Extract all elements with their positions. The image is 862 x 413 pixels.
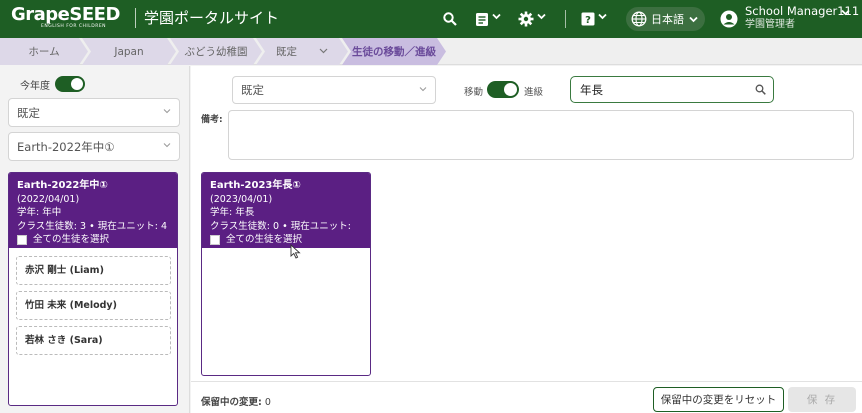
chevron-down-icon (163, 143, 171, 148)
top-navbar: GrapeSEED ENGLISH FOR CHILDREN 学園ポータルサイト… (0, 0, 862, 38)
breadcrumb-label: 既定 (276, 46, 297, 58)
select-all-checkbox[interactable] (17, 234, 27, 245)
student-name: 赤沢 剛士 (Liam) (25, 265, 104, 276)
current-year-toggle[interactable] (55, 76, 85, 92)
select-all-row[interactable]: 全ての生徒を選択 (210, 233, 362, 247)
pending-count: 0 (264, 397, 271, 408)
breadcrumb-current: 生徒の移動／進級 (342, 38, 446, 65)
grapeseed-logo[interactable]: GrapeSEED ENGLISH FOR CHILDREN (11, 5, 120, 33)
search-icon[interactable] (755, 84, 766, 95)
student-name: 竹田 未来 (Melody) (25, 300, 117, 311)
breadcrumb-school[interactable]: ぶどう幼稚園 (170, 38, 262, 65)
breadcrumb: ホーム Japan ぶどう幼稚園 既定 生徒の移動／進級 (0, 38, 862, 65)
pending-changes: 保留中の変更: 0 (201, 394, 271, 408)
pending-label: 保留中の変更: (201, 397, 262, 408)
class-grade: 学年: 年中 (17, 207, 62, 218)
reset-changes-button[interactable]: 保留中の変更をリセット (653, 387, 784, 412)
breadcrumb-label: ぶどう幼稚園 (184, 46, 248, 58)
class-stats: クラス生徒数: 3 • 現在ユニット: 4 (17, 220, 167, 232)
logo-tagline: ENGLISH FOR CHILDREN (41, 24, 107, 29)
move-promote-toggle[interactable] (487, 81, 519, 98)
breadcrumb-term[interactable]: 既定 (256, 38, 348, 65)
current-year-toggle-row: 今年度 (20, 76, 85, 92)
language-selector[interactable]: 日本語 (626, 7, 705, 31)
breadcrumb-home[interactable]: ホーム (0, 38, 88, 65)
source-class-select[interactable]: Earth-2022年中① (8, 132, 180, 161)
class-card-header: Earth-2023年長① (2023/04/01) 学年: 年長 クラス生徒数… (202, 173, 370, 248)
action-footer: 保留中の変更: 0 保留中の変更をリセット 保 存 (191, 381, 862, 413)
source-class-card: Earth-2022年中① (2022/04/01) 学年: 年中 クラス生徒数… (8, 172, 178, 406)
source-panel: 今年度 既定 Earth-2022年中① Earth-2022年中① (2022… (0, 66, 190, 413)
breadcrumb-label: 生徒の移動／進級 (352, 46, 436, 58)
move-mode-label: 移動 (464, 87, 484, 98)
portal-title: 学園ポータルサイト (135, 8, 279, 28)
class-stats: クラス生徒数: 0 • 現在ユニット: (210, 220, 351, 232)
chevron-down-icon (537, 13, 546, 23)
breadcrumb-label: Japan (114, 45, 144, 58)
class-date: (2022/04/01) (17, 193, 80, 205)
student-card[interactable]: 竹田 未来 (Melody) (16, 291, 171, 320)
destination-class-card: Earth-2023年長① (2023/04/01) 学年: 年長 クラス生徒数… (201, 172, 371, 376)
class-search-input[interactable]: 年長 (570, 76, 774, 103)
select-all-checkbox[interactable] (210, 234, 220, 245)
chevron-down-icon (319, 47, 328, 56)
gear-icon[interactable] (517, 10, 535, 28)
header-divider (565, 10, 566, 28)
source-term-select[interactable]: 既定 (8, 98, 180, 127)
promote-mode-label: 進級 (524, 87, 544, 98)
chevron-down-icon (841, 9, 850, 19)
student-name: 若林 さき (Sara) (25, 335, 103, 346)
search-icon[interactable] (441, 10, 459, 28)
chevron-down-icon (163, 109, 171, 114)
user-role: 学園管理者 (745, 19, 795, 30)
class-title: Earth-2023年長① (210, 180, 301, 191)
select-value: 既定 (241, 83, 264, 97)
search-value: 年長 (580, 83, 603, 97)
breadcrumb-region[interactable]: Japan (82, 38, 176, 65)
class-grade: 学年: 年長 (210, 207, 255, 218)
student-drop-zone[interactable] (202, 248, 370, 375)
student-card[interactable]: 若林 さき (Sara) (16, 326, 171, 355)
chevron-down-icon (419, 87, 427, 92)
help-icon[interactable]: ? (579, 10, 597, 28)
document-menu-icon[interactable] (473, 10, 491, 28)
class-date: (2023/04/01) (210, 193, 273, 205)
select-all-label: 全ての生徒を選択 (33, 234, 110, 245)
select-all-row[interactable]: 全ての生徒を選択 (17, 233, 169, 247)
select-value: 既定 (17, 105, 40, 120)
globe-icon (631, 11, 647, 27)
destination-panel: 既定 移動 進級 年長 備考: Earth-2023年長① (2023/04/0… (191, 66, 862, 413)
user-avatar-icon[interactable] (720, 10, 738, 28)
chevron-down-icon (492, 13, 501, 23)
logo-text: GrapeSEED (11, 4, 120, 25)
mouse-cursor-icon (290, 244, 301, 259)
breadcrumb-label: ホーム (28, 46, 60, 58)
destination-term-select[interactable]: 既定 (232, 76, 436, 104)
student-card[interactable]: 赤沢 剛士 (Liam) (16, 256, 171, 285)
class-title: Earth-2022年中① (17, 180, 108, 191)
current-year-label: 今年度 (20, 80, 50, 92)
chevron-down-icon (598, 13, 607, 23)
select-value: Earth-2022年中① (17, 139, 115, 154)
remarks-label: 備考: (201, 115, 223, 125)
language-label: 日本語 (651, 13, 684, 26)
save-button[interactable]: 保 存 (788, 387, 856, 412)
class-card-header: Earth-2022年中① (2022/04/01) 学年: 年中 クラス生徒数… (9, 173, 177, 248)
chevron-down-icon (689, 16, 698, 22)
remarks-textarea[interactable] (228, 110, 854, 160)
svg-text:?: ? (585, 15, 591, 26)
